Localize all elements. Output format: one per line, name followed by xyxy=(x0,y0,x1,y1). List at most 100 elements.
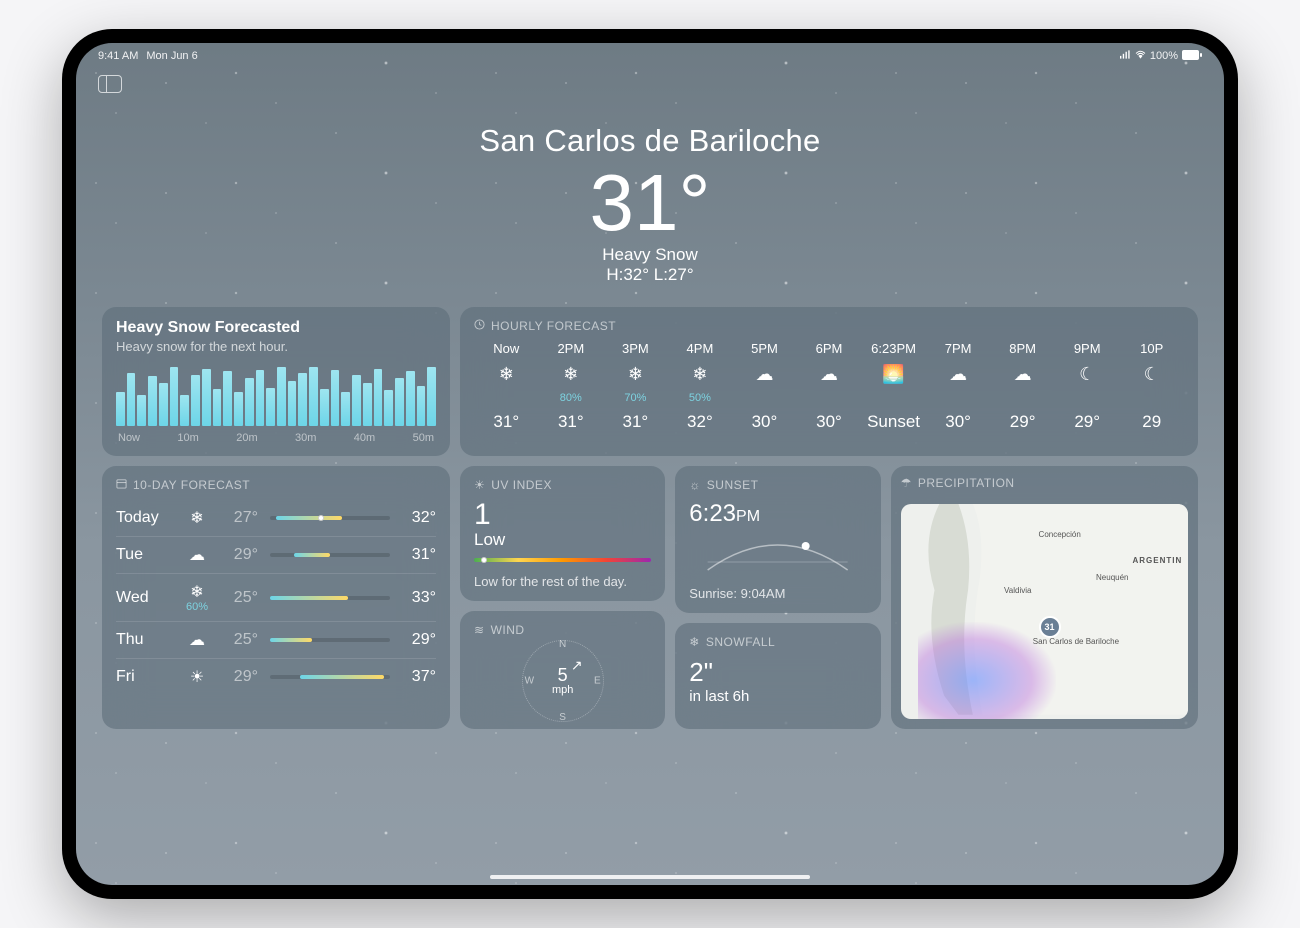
map-location-pin[interactable]: 31 xyxy=(1039,616,1061,638)
status-bar: 9:41 AM Mon Jun 6 100% xyxy=(76,43,1224,63)
hourly-forecast-item[interactable]: 7PM☁30° xyxy=(926,341,991,432)
precip-bar xyxy=(256,370,265,426)
cloud-icon: ☁ xyxy=(755,362,773,386)
hourly-forecast-item[interactable]: 10P☾29 xyxy=(1119,341,1184,432)
ten-day-row[interactable]: Wed❄60%25°33° xyxy=(116,573,436,621)
precip-bar xyxy=(234,392,243,426)
precip-bar xyxy=(137,395,146,426)
wind-direction-arrow: ↗ xyxy=(571,657,583,674)
wind-icon: ≋ xyxy=(474,623,485,637)
current-conditions[interactable]: San Carlos de Bariloche 31° Heavy Snow H… xyxy=(76,63,1224,285)
ten-day-row[interactable]: Thu☁25°29° xyxy=(116,621,436,658)
compass-west: W xyxy=(525,676,534,687)
day-high-temp: 33° xyxy=(402,589,436,607)
day-high-temp: 29° xyxy=(402,631,436,649)
home-indicator[interactable] xyxy=(490,875,810,879)
hourly-forecast-item[interactable]: 8PM☁29° xyxy=(990,341,1055,432)
precip-bar xyxy=(288,381,297,426)
moon-icon: ☾ xyxy=(1079,362,1095,386)
hourly-forecast-list[interactable]: Now❄31°2PM❄80%31° 3PM ❄ 70% 31° 4PM❄50%32°5PM… xyxy=(474,341,1184,432)
precip-bar xyxy=(341,392,350,426)
compass-south: S xyxy=(559,712,566,723)
hour-temp: 29° xyxy=(1010,412,1036,432)
battery-icon xyxy=(1182,50,1202,63)
sunrise-time: Sunrise: 9:04AM xyxy=(689,586,866,601)
ten-day-forecast-card[interactable]: 10-DAY FORECAST Today❄27°32°Tue☁29°31°We… xyxy=(102,466,450,729)
snow-icon: ❄ xyxy=(563,362,578,386)
precip-time-label: 50m xyxy=(413,432,434,444)
status-time: 9:41 AM xyxy=(98,50,138,62)
uv-description: Low for the rest of the day. xyxy=(474,574,651,589)
cloud-icon: ☁ xyxy=(189,632,205,649)
hourly-forecast-item[interactable]: Now❄31° xyxy=(474,341,539,432)
precip-subtitle: Heavy snow for the next hour. xyxy=(116,339,436,354)
hour-temp: 29 xyxy=(1142,412,1161,432)
day-high-temp: 31° xyxy=(402,546,436,564)
uv-scale-bar xyxy=(474,558,651,562)
cloud-moon-icon: ☁ xyxy=(949,362,967,386)
hourly-forecast-item[interactable]: 3PM❄70%31° xyxy=(603,341,668,432)
hour-precip-pct: 70% xyxy=(624,392,646,404)
snow-icon: ❄ xyxy=(190,510,203,527)
cloud-icon: ☁ xyxy=(189,547,205,564)
precip-time-label: 20m xyxy=(236,432,257,444)
precip-bar-chart xyxy=(116,364,436,426)
precipitation-map[interactable]: Concepción Valdivia Neuquén ARGENTIN San… xyxy=(901,504,1188,719)
ten-day-list: Today❄27°32°Tue☁29°31°Wed❄60%25°33°Thu☁2… xyxy=(116,500,436,695)
snowfall-card[interactable]: ❄ SNOWFALL 2" in last 6h xyxy=(675,623,880,729)
wind-compass: N E S W ↗ 5 mph xyxy=(474,645,651,717)
precipitation-map-card[interactable]: ☂ PRECIPITATION Concepción Valdivia Neu xyxy=(891,466,1198,729)
precip-bar xyxy=(277,367,286,426)
snow-icon: ❄ xyxy=(692,362,707,386)
hour-time: 9PM xyxy=(1074,341,1101,356)
precip-bar xyxy=(352,375,361,426)
map-country-argentina: ARGENTIN xyxy=(1132,556,1182,565)
map-city-bariloche: San Carlos de Bariloche xyxy=(1033,637,1119,646)
location-name: San Carlos de Bariloche xyxy=(76,123,1224,159)
hourly-forecast-item[interactable]: 6:23PM🌅Sunset xyxy=(861,341,926,432)
hour-temp: 29° xyxy=(1074,412,1100,432)
precip-bar xyxy=(363,383,372,426)
hour-time: 3PM xyxy=(622,341,649,356)
sunset-icon: ☼ xyxy=(689,478,701,492)
status-date: Mon Jun 6 xyxy=(146,50,197,62)
wind-card[interactable]: ≋ WIND N E S W ↗ xyxy=(460,611,665,729)
temp-range-bar xyxy=(270,675,390,679)
temp-range-bar xyxy=(270,596,390,600)
map-city-valdivia: Valdivia xyxy=(1004,586,1031,595)
hourly-forecast-item[interactable]: 5PM☁30° xyxy=(732,341,797,432)
hour-time: 6:23PM xyxy=(871,341,916,356)
hourly-forecast-item[interactable]: 2PM❄80%31° xyxy=(539,341,604,432)
snowfall-value: 2" xyxy=(689,657,866,688)
signal-icon xyxy=(1120,49,1131,63)
precip-bar xyxy=(191,375,200,426)
calendar-icon xyxy=(116,478,127,492)
high-low-temps: H:32° L:27° xyxy=(76,265,1224,285)
hour-temp: 31° xyxy=(623,412,649,432)
day-low-temp: 25° xyxy=(224,589,258,607)
sunset-header: SUNSET xyxy=(707,478,759,492)
day-low-temp: 29° xyxy=(224,668,258,686)
precip-bar xyxy=(309,367,318,426)
precip-bar xyxy=(406,371,415,426)
ten-day-row[interactable]: Tue☁29°31° xyxy=(116,536,436,573)
moon-icon: ☾ xyxy=(1144,362,1160,386)
ten-day-row[interactable]: Fri☀29°37° xyxy=(116,658,436,695)
sidebar-toggle-button[interactable] xyxy=(98,75,122,93)
hour-temp: 30° xyxy=(816,412,842,432)
next-hour-precipitation-card[interactable]: Heavy Snow Forecasted Heavy snow for the… xyxy=(102,307,450,456)
precip-map-header: PRECIPITATION xyxy=(918,476,1015,490)
hourly-forecast-item[interactable]: 4PM❄50%32° xyxy=(668,341,733,432)
hourly-forecast-card[interactable]: HOURLY FORECAST Now❄31°2PM❄80%31°3PM❄70%… xyxy=(460,307,1198,456)
sunset-icon: 🌅 xyxy=(882,362,904,386)
hourly-forecast-item[interactable]: 9PM ☾ 29° xyxy=(1055,341,1120,432)
wind-header: WIND xyxy=(491,623,525,637)
uv-index-card[interactable]: ☀ UV INDEX 1 Low Low for the rest of the… xyxy=(460,466,665,601)
ten-day-row[interactable]: Today❄27°32° xyxy=(116,500,436,536)
snowflake-icon: ❄ xyxy=(689,635,700,649)
hourly-forecast-item[interactable]: 6PM☁30° xyxy=(797,341,862,432)
precip-bar xyxy=(417,386,426,426)
sunset-card[interactable]: ☼ SUNSET 6:23PM Sunrise: 9:04AM xyxy=(675,466,880,613)
weather-screen[interactable]: 9:41 AM Mon Jun 6 100% San Carlos de Bar… xyxy=(76,43,1224,885)
status-battery: 100% xyxy=(1150,50,1178,62)
